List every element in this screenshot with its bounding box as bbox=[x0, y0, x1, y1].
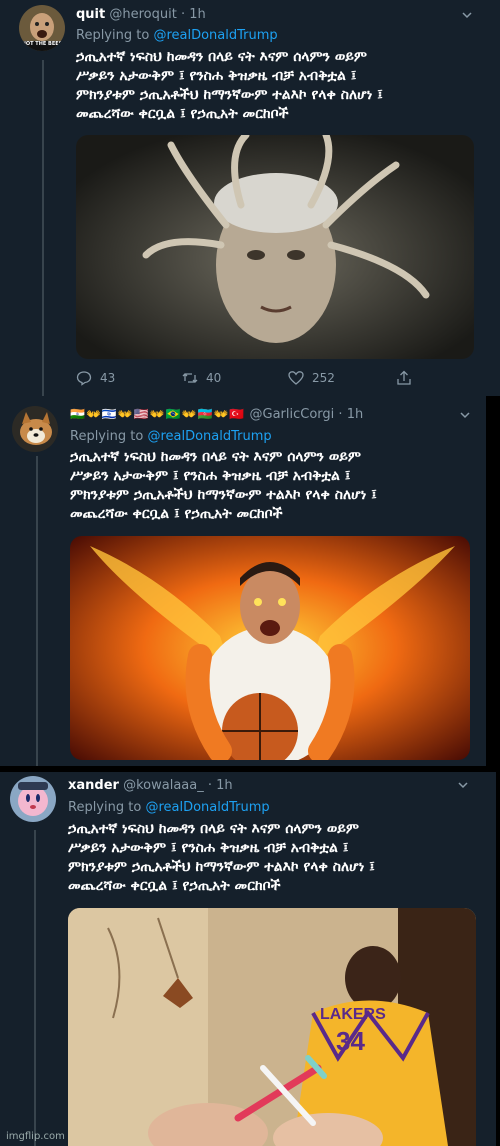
share-button[interactable] bbox=[396, 370, 412, 386]
chevron-down-icon[interactable] bbox=[462, 10, 472, 20]
tweet-image[interactable] bbox=[76, 135, 474, 359]
mention-link[interactable]: @realDonaldTrump bbox=[145, 800, 269, 815]
jersey-number: 34 bbox=[336, 1026, 365, 1056]
text-line: ምክንያቱም ኃጢአቶችህ ከማንኛውም ተልእኮ የላቀ ስለሆነ ፤ bbox=[68, 859, 375, 875]
thread-line bbox=[34, 830, 36, 1146]
replying-label: Replying to bbox=[76, 28, 154, 43]
reply-icon bbox=[76, 371, 92, 386]
separator-dot: · bbox=[203, 778, 217, 793]
display-name[interactable]: xander bbox=[68, 778, 119, 793]
text-line: ምክንያቱም ኃጢአቶችህ ከማንኛውም ተልእኮ የላቀ ስለሆነ ፤ bbox=[70, 487, 377, 503]
tweet-header: quit @heroquit · 1h bbox=[76, 7, 206, 22]
chevron-down-icon[interactable] bbox=[460, 410, 470, 420]
chevron-down-icon[interactable] bbox=[458, 780, 468, 790]
text-line: ምክንያቱም ኃጢአቶችህ ከማንኛውም ተልእኮ የላቀ ስለሆነ ፤ bbox=[76, 87, 383, 103]
thread-line bbox=[42, 60, 44, 396]
separator-dot: · bbox=[176, 7, 190, 22]
share-icon bbox=[397, 370, 411, 385]
avatar-caption: NOT THE BEES bbox=[21, 41, 63, 47]
replying-to: Replying to @realDonaldTrump bbox=[68, 800, 270, 815]
text-line: መጨረሻው ቀርቧል ፤ የኃጢአት መርከቦች bbox=[68, 878, 281, 894]
tweet-actions: 43 40 252 bbox=[76, 370, 416, 386]
timestamp[interactable]: 1h bbox=[347, 407, 364, 422]
retweet-count: 40 bbox=[206, 371, 222, 385]
reply-count: 43 bbox=[100, 371, 116, 385]
username[interactable]: @GarlicCorgi bbox=[250, 407, 335, 422]
mention-link[interactable]: @realDonaldTrump bbox=[153, 28, 277, 43]
tweet-text: ኃጢአተኛ ነፍስህ ከመዳን በላይ ናት እናም ሰላምን ወይም ሥቃይን… bbox=[68, 820, 488, 896]
heart-icon bbox=[288, 371, 304, 385]
retweet-icon bbox=[182, 373, 198, 383]
username[interactable]: @heroquit bbox=[109, 7, 176, 22]
display-name[interactable]: quit bbox=[76, 7, 105, 22]
tweet-header: 🇮🇳👐🇮🇱👐🇺🇸👐🇧🇷👐🇦🇿👐🇹🇷 @GarlicCorgi · 1h bbox=[70, 407, 363, 422]
tweet-header: xander @kowalaaa_ · 1h bbox=[68, 778, 233, 793]
like-count: 252 bbox=[312, 371, 335, 385]
replying-label: Replying to bbox=[70, 429, 148, 444]
replying-to: Replying to @realDonaldTrump bbox=[76, 28, 278, 43]
separator-dot: · bbox=[334, 407, 347, 422]
replying-to: Replying to @realDonaldTrump bbox=[70, 429, 272, 444]
tweet-2[interactable]: 🇮🇳👐🇮🇱👐🇺🇸👐🇧🇷👐🇦🇿👐🇹🇷 @GarlicCorgi · 1h Repl… bbox=[0, 396, 486, 766]
text-line: መጨረሻው ቀርቧል ፤ የኃጢአት መርከቦች bbox=[70, 506, 283, 522]
thread-line bbox=[36, 456, 38, 766]
reply-button[interactable]: 43 bbox=[76, 370, 182, 386]
username[interactable]: @kowalaaa_ bbox=[123, 778, 204, 793]
replying-label: Replying to bbox=[68, 800, 146, 815]
tweet-3[interactable]: xander @kowalaaa_ · 1h Replying to @real… bbox=[0, 772, 496, 1146]
tweet-text: ኃጢአተኛ ነፍስህ ከመዳን በላይ ናት እናም ሰላምን ወይም ሥቃይን… bbox=[70, 448, 480, 524]
avatar[interactable] bbox=[10, 776, 56, 822]
jersey-team: LAKERS bbox=[320, 1006, 386, 1023]
mention-link[interactable]: @realDonaldTrump bbox=[147, 429, 271, 444]
tweet-image[interactable] bbox=[70, 536, 470, 760]
text-line: ሥቃይን አታውቅም ፤ የንስሐ ቅዝቃዜ ብቻ አብቅቷል ፤ bbox=[70, 468, 351, 484]
tweet-text: ኃጢአተኛ ነፍስህ ከመዳን በላይ ናት እናም ሰላምን ወይም ሥቃይን… bbox=[76, 48, 496, 124]
text-line: ኃጢአተኛ ነፍስህ ከመዳን በላይ ናት እናም ሰላምን ወይም bbox=[70, 449, 361, 465]
retweet-button[interactable]: 40 bbox=[182, 370, 288, 386]
avatar[interactable] bbox=[12, 406, 58, 452]
text-line: ሥቃይን አታውቅም ፤ የንስሐ ቅዝቃዜ ብቻ አብቅቷል ፤ bbox=[68, 840, 349, 856]
text-line: መጨረሻው ቀርቧል ፤ የኃጢአት መርከቦች bbox=[76, 106, 289, 122]
tweet-1[interactable]: NOT THE BEES quit @heroquit · 1h Replyin… bbox=[0, 0, 500, 396]
timestamp[interactable]: 1h bbox=[189, 7, 206, 22]
tweet-image[interactable]: LAKERS 34 bbox=[68, 908, 476, 1146]
watermark: imgflip.com bbox=[6, 1131, 65, 1142]
avatar[interactable]: NOT THE BEES bbox=[19, 5, 65, 51]
like-button[interactable]: 252 bbox=[288, 370, 396, 386]
text-line: ሥቃይን አታውቅም ፤ የንስሐ ቅዝቃዜ ብቻ አብቅቷል ፤ bbox=[76, 68, 357, 84]
text-line: ኃጢአተኛ ነፍስህ ከመዳን በላይ ናት እናም ሰላምን ወይም bbox=[76, 49, 367, 65]
timestamp[interactable]: 1h bbox=[216, 778, 233, 793]
display-name-flags[interactable]: 🇮🇳👐🇮🇱👐🇺🇸👐🇧🇷👐🇦🇿👐🇹🇷 bbox=[70, 407, 245, 421]
text-line: ኃጢአተኛ ነፍስህ ከመዳን በላይ ናት እናም ሰላምን ወይም bbox=[68, 821, 359, 837]
